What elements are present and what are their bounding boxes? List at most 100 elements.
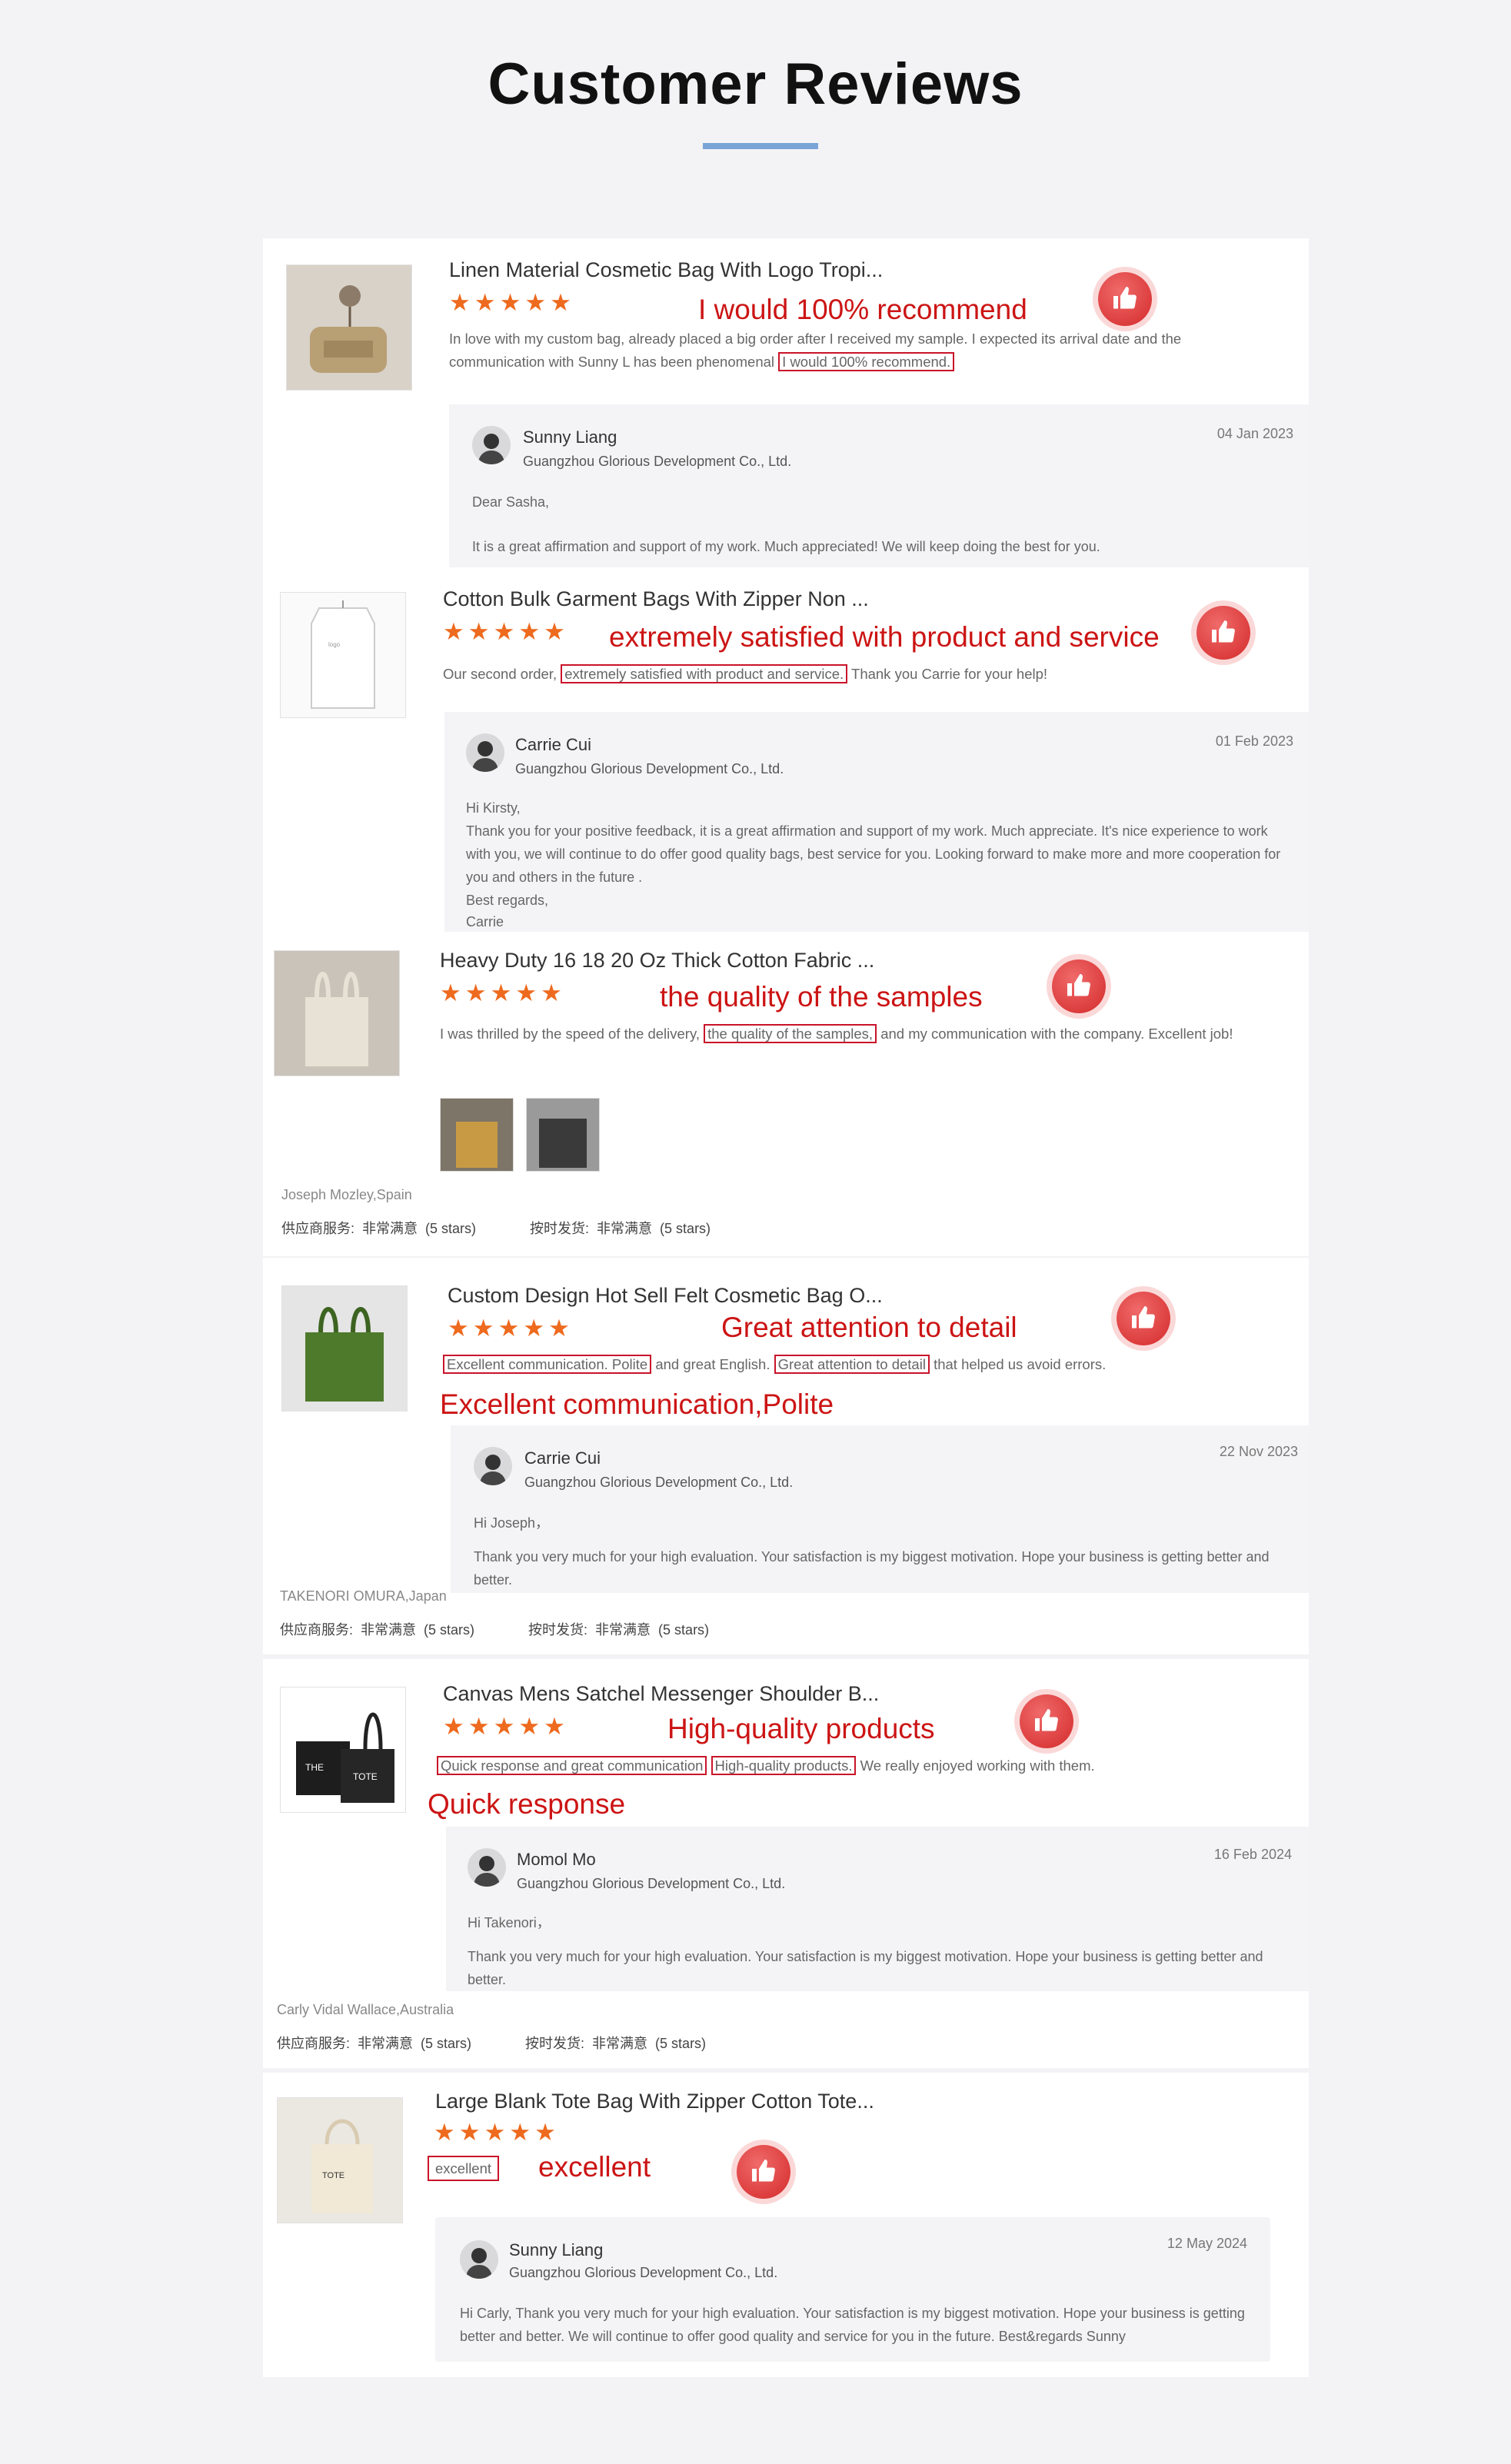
reply-body: Thank you very much for your high evalua… — [468, 1949, 1263, 1987]
star-icon: ★★★★★ — [440, 979, 566, 1006]
review-boxed-phrase: Excellent communication. Polite — [443, 1355, 652, 1374]
seller-reply: Carrie Cui Guangzhou Glorious Developmen… — [444, 712, 1309, 933]
review-card-3: Heavy Duty 16 18 20 Oz Thick Cotton Fabr… — [263, 932, 1309, 1256]
star-icon: ★★★★★ — [448, 1315, 574, 1342]
rating-service-stars: (5 stars) — [425, 1221, 477, 1236]
product-title[interactable]: Canvas Mens Satchel Messenger Shoulder B… — [443, 1682, 879, 1706]
reply-body: Thank you very much for your high evalua… — [474, 1549, 1270, 1588]
review-highlight: I would 100% recommend — [698, 294, 1027, 325]
review-card-4: Custom Design Hot Sell Felt Cosmetic Bag… — [263, 1258, 1309, 1654]
thumbs-up-icon — [1196, 606, 1250, 660]
review-text-body: Our second order, — [443, 666, 557, 682]
review-boxed-phrase: excellent — [428, 2156, 500, 2181]
svg-text:THE: THE — [305, 1762, 324, 1773]
review-highlight: High-quality products — [667, 1713, 935, 1744]
rating-shipping-label: 按时发货: — [530, 1221, 590, 1236]
reply-greeting: Hi Kirsty, — [466, 800, 521, 816]
rating-shipping-label: 按时发货: — [525, 2036, 585, 2051]
review-text: I was thrilled by the speed of the deliv… — [440, 1023, 1278, 1046]
review-boxed-phrase-2: Great attention to detail — [774, 1355, 930, 1374]
reviewer-name: Joseph Mozley,Spain — [281, 1187, 412, 1202]
reply-author-name: Momol Mo — [517, 1850, 596, 1869]
reply-greeting: Hi Joseph， — [474, 1515, 550, 1531]
review-highlight: Great attention to detail — [721, 1312, 1017, 1343]
rating-shipping-value: 非常满意 — [592, 2036, 648, 2051]
review-boxed-phrase: I would 100% recommend. — [778, 352, 955, 371]
svg-text:TOTE: TOTE — [353, 1771, 378, 1782]
rating-shipping-value: 非常满意 — [595, 1622, 651, 1638]
thumbs-up-icon — [1098, 272, 1152, 326]
reviewer-name: TAKENORI OMURA,Japan — [280, 1588, 447, 1604]
review-highlight-2: Quick response — [428, 1788, 626, 1820]
title-divider — [703, 143, 818, 149]
review-text: excellent — [428, 2156, 500, 2181]
rating-shipping-stars: (5 stars) — [660, 1221, 711, 1236]
review-text-tail: and my communication with the company. E… — [880, 1026, 1233, 1042]
product-image[interactable]: TOTE — [277, 2097, 403, 2223]
reply-date: 04 Jan 2023 — [1216, 426, 1293, 441]
avatar — [472, 426, 511, 464]
product-title[interactable]: Linen Material Cosmetic Bag With Logo Tr… — [449, 258, 883, 282]
review-text-body: I was thrilled by the speed of the deliv… — [440, 1026, 700, 1042]
review-text: Excellent communication. Polite and grea… — [443, 1353, 1289, 1376]
reply-date: 16 Feb 2024 — [1213, 1847, 1292, 1862]
reviewer-name: Carly Vidal Wallace,Australia — [277, 2002, 454, 2017]
product-image[interactable] — [286, 264, 412, 391]
product-title[interactable]: Cotton Bulk Garment Bags With Zipper Non… — [443, 587, 869, 611]
review-photo[interactable] — [526, 1098, 600, 1172]
avatar — [468, 1848, 506, 1887]
rating-service-label: 供应商服务: — [277, 2036, 351, 2051]
reply-author-name: Carrie Cui — [524, 1448, 601, 1468]
rating-summary: 供应商服务: 非常满意 (5 stars) 按时发货: 非常满意 (5 stars) — [280, 1619, 717, 1639]
review-text: Quick response and great communication H… — [437, 1754, 1283, 1777]
svg-text:TOTE: TOTE — [322, 2171, 344, 2180]
reply-greeting: Dear Sasha, — [472, 494, 550, 510]
product-title[interactable]: Heavy Duty 16 18 20 Oz Thick Cotton Fabr… — [440, 949, 874, 973]
product-image[interactable] — [281, 1285, 408, 1412]
thumbs-up-icon — [737, 2145, 790, 2199]
thumbs-up-icon — [1117, 1292, 1170, 1345]
rating-shipping-label: 按时发货: — [528, 1622, 588, 1638]
reply-date: 01 Feb 2023 — [1215, 733, 1293, 749]
product-title[interactable]: Custom Design Hot Sell Felt Cosmetic Bag… — [448, 1284, 883, 1308]
product-image[interactable]: logo — [280, 592, 406, 718]
rating-service-value: 非常满意 — [362, 1221, 418, 1236]
rating-shipping-stars: (5 stars) — [655, 2036, 707, 2051]
seller-reply: Sunny Liang Guangzhou Glorious Developme… — [449, 404, 1309, 569]
rating-summary: 供应商服务: 非常满意 (5 stars) 按时发货: 非常满意 (5 stars) — [281, 1218, 718, 1238]
rating-summary: 供应商服务: 非常满意 (5 stars) 按时发货: 非常满意 (5 stars) — [277, 2033, 714, 2053]
product-title[interactable]: Large Blank Tote Bag With Zipper Cotton … — [435, 2090, 874, 2113]
review-text-tail: that helped us avoid errors. — [934, 1356, 1107, 1372]
product-image[interactable] — [274, 950, 400, 1076]
review-photo[interactable] — [440, 1098, 514, 1172]
product-image[interactable]: THE TOTE — [280, 1687, 406, 1813]
reply-body: Thank you for your positive feedback, it… — [466, 823, 1281, 885]
reply-company: Guangzhou Glorious Development Co., Ltd. — [524, 1475, 794, 1490]
rating-service-value: 非常满意 — [361, 1622, 417, 1638]
review-highlight: excellent — [538, 2151, 651, 2183]
rating-shipping-value: 非常满意 — [597, 1221, 653, 1236]
rating-service-stars: (5 stars) — [421, 2036, 472, 2051]
seller-reply: Momol Mo Guangzhou Glorious Development … — [446, 1827, 1309, 1991]
reply-body: It is a great affirmation and support of… — [472, 539, 1100, 554]
seller-reply: Carrie Cui Guangzhou Glorious Developmen… — [451, 1425, 1309, 1593]
review-card-1: Linen Material Cosmetic Bag With Logo Tr… — [263, 238, 1309, 569]
avatar — [474, 1447, 512, 1485]
reply-date: 12 May 2024 — [1167, 2236, 1247, 2251]
reply-greeting: Hi Takenori， — [468, 1915, 551, 1930]
review-highlight: extremely satisfied with product and ser… — [609, 621, 1160, 653]
review-card-5: THE TOTE Canvas Mens Satchel Messenger Sh… — [263, 1659, 1309, 2068]
review-boxed-phrase: extremely satisfied with product and ser… — [561, 664, 848, 683]
avatar — [466, 733, 504, 772]
review-card-6: TOTE Large Blank Tote Bag With Zipper Co… — [263, 2073, 1309, 2377]
review-boxed-phrase: the quality of the samples, — [704, 1024, 877, 1043]
avatar — [460, 2240, 498, 2279]
reply-date: 22 Nov 2023 — [1219, 1444, 1298, 1459]
thumbs-up-icon — [1020, 1694, 1073, 1748]
review-text: In love with my custom bag, already plac… — [449, 328, 1264, 374]
star-icon: ★★★★★ — [443, 1713, 569, 1740]
review-boxed-phrase: Quick response and great communication — [437, 1756, 707, 1775]
rating-service-value: 非常满意 — [358, 2036, 414, 2051]
page-title: Customer Reviews — [488, 52, 1023, 117]
star-icon: ★★★★★ — [443, 618, 569, 645]
